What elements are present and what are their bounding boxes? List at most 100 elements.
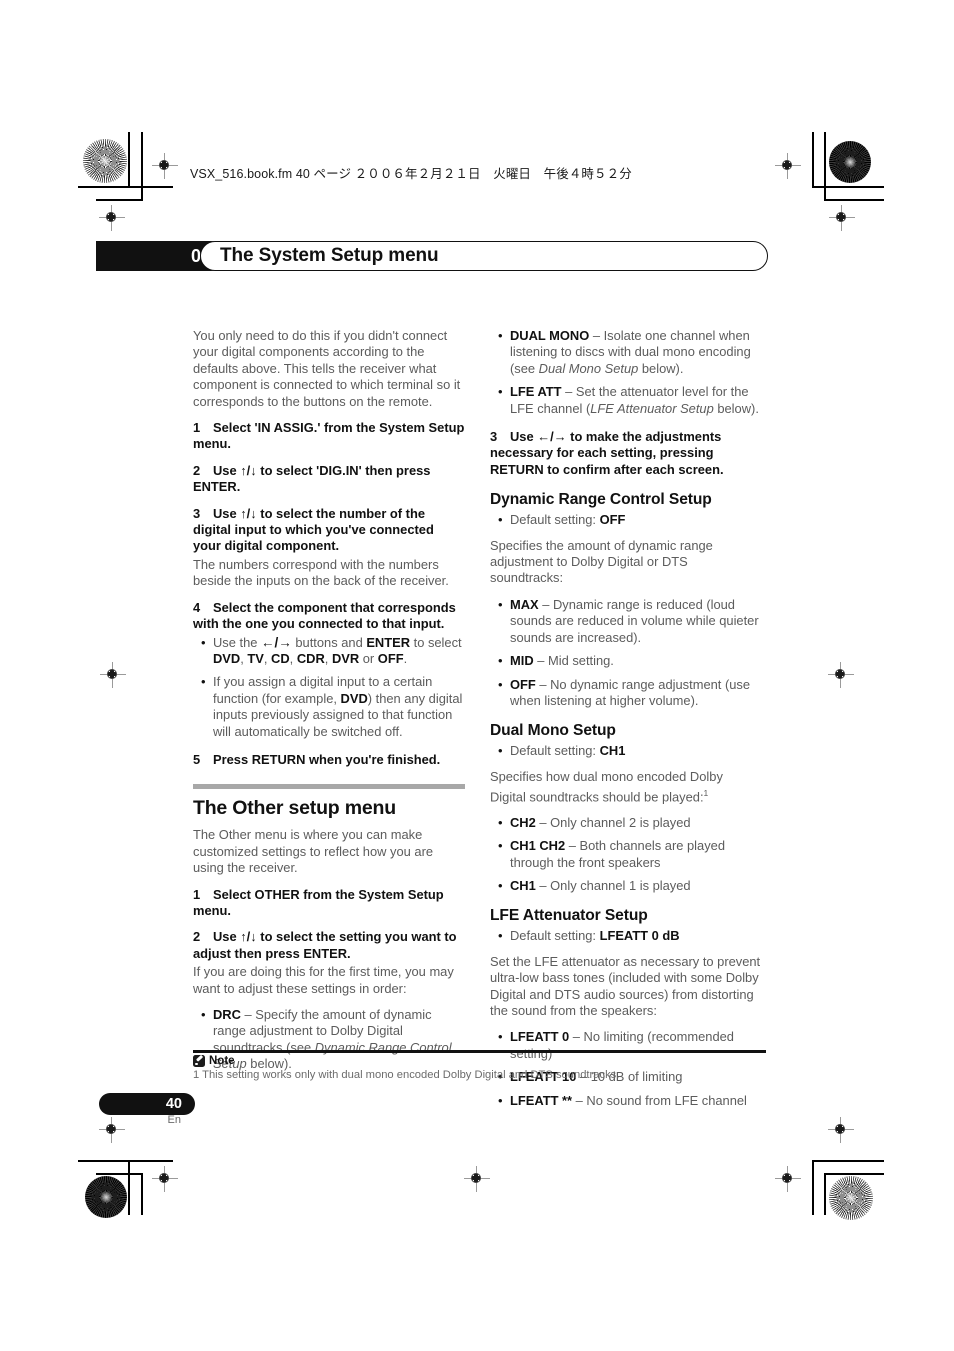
option-term: MAX bbox=[510, 596, 539, 612]
crop-mark-bottom-right-h2 bbox=[824, 1173, 884, 1175]
chapter-header: 07 The System Setup menu bbox=[96, 241, 768, 271]
default-setting-label: Default setting: bbox=[510, 512, 600, 528]
list-item: Default setting: LFEATT 0 dB bbox=[498, 928, 762, 945]
note-label: Note bbox=[209, 1055, 235, 1067]
registration-mark-bottom-center bbox=[464, 1166, 490, 1192]
step-in-assig-3: 3 Use ↑/↓ to select the number of the dig… bbox=[193, 506, 465, 555]
crop-mark-top-right-h2 bbox=[824, 199, 884, 201]
page-language-code: En bbox=[167, 1114, 181, 1126]
note-header: Note bbox=[193, 1054, 235, 1068]
default-setting-value: LFEATT 0 dB bbox=[599, 928, 680, 944]
step-text: Use ↑/↓ to select the setting you want t… bbox=[193, 929, 457, 961]
page-number-badge: 40 bbox=[99, 1093, 195, 1115]
list-item: CH1 CH2 – Both channels are played throu… bbox=[498, 838, 762, 871]
crop-mark-bottom-right-v2 bbox=[824, 1173, 826, 1215]
footnote-marker: 1 bbox=[703, 788, 709, 799]
default-setting-value: OFF bbox=[599, 512, 626, 528]
step-text: Use ↑/↓ to select 'DIG.IN' then press EN… bbox=[193, 462, 431, 495]
list-item: Use the ←/→ buttons and ENTER to select … bbox=[201, 635, 465, 668]
list-item: LFE ATT – Set the attenuator level for t… bbox=[498, 384, 762, 417]
step-in-assig-5: 5 Press RETURN when you're finished. bbox=[193, 752, 465, 768]
crop-mark-top-right-v bbox=[812, 132, 814, 187]
page-title: The System Setup menu bbox=[220, 245, 439, 266]
crop-mark-bottom-left-h bbox=[78, 1160, 173, 1162]
option-desc: – No sound from LFE channel bbox=[572, 1092, 747, 1108]
list-item: Default setting: CH1 bbox=[498, 743, 762, 760]
dual-mono-intro-line1: Specifies how dual mono encoded Dolby bbox=[490, 768, 723, 784]
dual-mono-intro: Specifies how dual mono encoded Dolby Di… bbox=[490, 769, 762, 806]
registration-rosette-bottom-right bbox=[829, 1176, 873, 1220]
note-divider-rule bbox=[193, 1050, 766, 1053]
step-text: Select the component that corresponds wi… bbox=[193, 599, 456, 632]
crop-mark-top-left-h bbox=[78, 186, 173, 188]
option-desc: – No dynamic range adjustment (use when … bbox=[510, 676, 751, 708]
cross-reference: Dual Mono Setup bbox=[538, 360, 639, 376]
list-item: CH1 – Only channel 1 is played bbox=[498, 878, 762, 895]
dual-mono-intro-line2: Digital soundtracks should be played: bbox=[490, 789, 704, 805]
option-term: CH1 CH2 bbox=[510, 838, 566, 854]
option-desc: – Only channel 2 is played bbox=[535, 814, 691, 830]
registration-rosette-bottom-left bbox=[85, 1176, 127, 1218]
option-tail: below). bbox=[713, 400, 759, 416]
step-number: 5 bbox=[193, 751, 201, 767]
option-desc: – Only channel 1 is played bbox=[535, 878, 691, 894]
default-setting-label: Default setting: bbox=[510, 743, 600, 759]
default-setting-label: Default setting: bbox=[510, 928, 600, 944]
step-text: Use ↑/↓ to select the number of the digi… bbox=[193, 505, 434, 554]
option-term: DRC bbox=[213, 1007, 241, 1022]
registration-mark-bottom-right bbox=[775, 1166, 801, 1192]
crop-mark-bottom-right-h bbox=[812, 1160, 884, 1162]
registration-mark-top-right bbox=[775, 153, 801, 179]
step-number: 2 bbox=[193, 929, 201, 945]
subsection-heading-drc: Dynamic Range Control Setup bbox=[490, 491, 712, 509]
dual-mono-option-list: CH2 – Only channel 2 is played CH1 CH2 –… bbox=[490, 815, 762, 895]
step-other-3: 3 Use ←/→ to make the adjustments necessa… bbox=[490, 429, 762, 478]
print-slug-line: VSX_516.book.fm 40 ページ ２００６年２月２１日 火曜日 午後… bbox=[190, 167, 632, 181]
step-number: 1 bbox=[193, 420, 201, 436]
list-item: LFEATT ** – No sound from LFE channel bbox=[498, 1092, 762, 1110]
step-text: Press RETURN when you're finished. bbox=[213, 751, 441, 767]
registration-mark-left-middle bbox=[100, 662, 126, 688]
top-option-bullet-list: DUAL MONO – Isolate one channel when lis… bbox=[490, 328, 762, 417]
step-other-1: 1 Select OTHER from the System Setup menu… bbox=[193, 887, 465, 920]
left-column: You only need to do this if you didn't c… bbox=[193, 328, 465, 1083]
dual-mono-default-list: Default setting: CH1 bbox=[490, 743, 762, 760]
list-item: If you assign a digital input to a certa… bbox=[201, 674, 465, 740]
option-term: CH1 bbox=[510, 878, 536, 894]
step-text: Select 'IN ASSIG.' from the System Setup… bbox=[193, 420, 465, 452]
crop-mark-top-right-v2 bbox=[824, 132, 826, 200]
list-item: MAX – Dynamic range is reduced (loud sou… bbox=[498, 596, 762, 646]
registration-mark-top-left bbox=[152, 153, 178, 179]
step-other-2-note: If you are doing this for the first time… bbox=[193, 964, 454, 996]
step-text: Select OTHER from the System Setup menu. bbox=[193, 886, 444, 918]
list-item: DRC – Specify the amount of dynamic rang… bbox=[201, 1007, 465, 1073]
list-item: OFF – No dynamic range adjustment (use w… bbox=[498, 676, 762, 710]
intro-paragraph: You only need to do this if you didn't c… bbox=[193, 328, 461, 409]
registration-mark-left-upper bbox=[99, 205, 125, 231]
step-number: 4 bbox=[193, 599, 201, 615]
step-text: Use ←/→ to make the adjustments necessar… bbox=[490, 429, 724, 477]
registration-mark-bottom-left bbox=[152, 1166, 178, 1192]
option-term: LFE ATT bbox=[510, 384, 562, 400]
step-in-assig-4: 4 Select the component that corresponds w… bbox=[193, 600, 465, 633]
option-term: OFF bbox=[510, 676, 536, 692]
crop-mark-top-left-v2 bbox=[141, 132, 143, 200]
step-number: 3 bbox=[193, 505, 201, 521]
list-item: LFEATT 0 – No limiting (recommended sett… bbox=[498, 1029, 762, 1062]
list-item: Default setting: OFF bbox=[498, 512, 762, 529]
subsection-heading-dual-mono: Dual Mono Setup bbox=[490, 722, 616, 740]
crop-mark-bottom-right-v bbox=[812, 1160, 814, 1215]
step-3-note: The numbers correspond with the numbers … bbox=[193, 556, 449, 589]
step-in-assig-1: 1 Select 'IN ASSIG.' from the System Setu… bbox=[193, 420, 465, 453]
step-in-assig-2: 2 Use ↑/↓ to select 'DIG.IN' then press E… bbox=[193, 463, 465, 496]
default-setting-value: CH1 bbox=[599, 743, 626, 759]
lfe-intro: Set the LFE attenuator as necessary to p… bbox=[490, 953, 761, 1019]
drc-intro: Specifies the amount of dynamic range ad… bbox=[490, 537, 713, 586]
option-desc: – Mid setting. bbox=[533, 653, 614, 669]
registration-rosette-top-right bbox=[829, 141, 871, 183]
drc-option-list: MAX – Dynamic range is reduced (loud sou… bbox=[490, 597, 762, 709]
lfe-default-list: Default setting: LFEATT 0 dB bbox=[490, 928, 762, 945]
other-menu-intro: The Other menu is where you can make cus… bbox=[193, 827, 434, 876]
note-text: 1 This setting works only with dual mono… bbox=[193, 1069, 620, 1081]
option-term: DUAL MONO bbox=[510, 328, 590, 343]
